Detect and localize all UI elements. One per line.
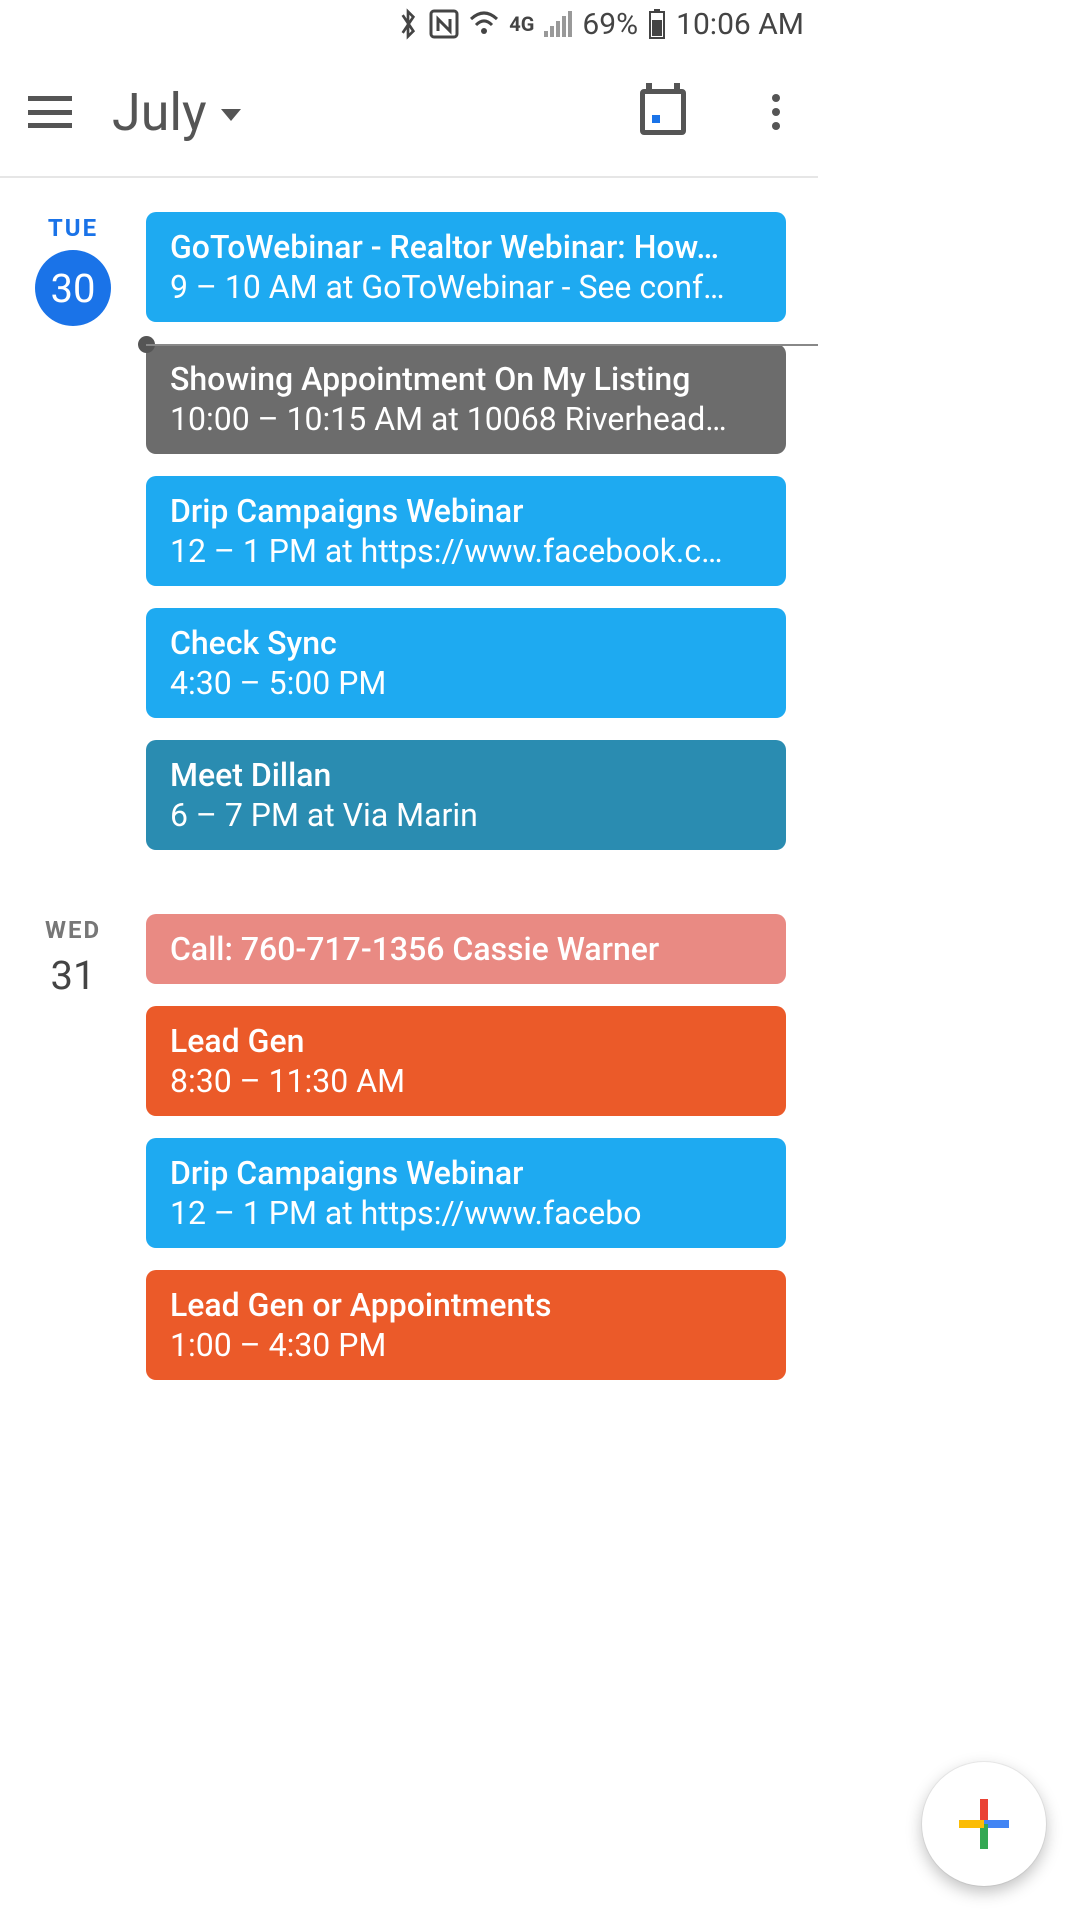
month-picker-button[interactable]: July (112, 82, 241, 143)
event-subtitle: 4:30 – 5:00 PM (170, 664, 762, 702)
event-card[interactable]: Lead Gen or Appointments1:00 – 4:30 PM (146, 1270, 786, 1380)
today-button[interactable] (640, 89, 686, 135)
day-of-week: WED (45, 916, 101, 944)
event-title: Call: 760-717-1356 Cassie Warner (170, 930, 762, 968)
events-column: GoToWebinar - Realtor Webinar: How…9 – 1… (146, 212, 818, 872)
date-number: 31 (51, 952, 96, 999)
nfc-icon (429, 9, 459, 39)
event-subtitle: 10:00 – 10:15 AM at 10068 Riverhead… (170, 400, 762, 438)
event-title: Drip Campaigns Webinar (170, 1154, 762, 1192)
event-title: GoToWebinar - Realtor Webinar: How… (170, 228, 762, 266)
event-subtitle: 12 – 1 PM at https://www.facebo (170, 1194, 762, 1232)
day-row: WED 31 Call: 760-717-1356 Cassie Warner Lea… (0, 914, 818, 1402)
event-subtitle: 8:30 – 11:30 AM (170, 1062, 762, 1100)
events-column: Call: 760-717-1356 Cassie Warner Lead Gen… (146, 914, 818, 1402)
day-header[interactable]: TUE 30 (0, 212, 146, 326)
menu-button[interactable] (28, 96, 72, 128)
event-title: Meet Dillan (170, 756, 762, 794)
event-title: Lead Gen (170, 1022, 762, 1060)
month-label: July (112, 82, 207, 143)
schedule-list[interactable]: TUE 30 GoToWebinar - Realtor Webinar: How…… (0, 178, 818, 1402)
wifi-icon (469, 11, 499, 37)
event-card[interactable]: Call: 760-717-1356 Cassie Warner (146, 914, 786, 984)
event-subtitle: 1:00 – 4:30 PM (170, 1326, 762, 1364)
event-card[interactable]: Meet Dillan6 – 7 PM at Via Marin (146, 740, 786, 850)
status-time: 10:06 AM (676, 7, 804, 42)
signal-icon (544, 11, 572, 37)
status-bar: 4G 69% 10:06 AM (0, 0, 818, 48)
chevron-down-icon (221, 109, 241, 121)
event-card[interactable]: GoToWebinar - Realtor Webinar: How…9 – 1… (146, 212, 786, 322)
event-card[interactable]: Drip Campaigns Webinar12 – 1 PM at https… (146, 476, 786, 586)
today-date-badge: 30 (35, 250, 111, 326)
event-subtitle: 6 – 7 PM at Via Marin (170, 796, 762, 834)
day-row: TUE 30 GoToWebinar - Realtor Webinar: How…… (0, 212, 818, 872)
event-subtitle: 12 – 1 PM at https://www.facebook.c… (170, 532, 762, 570)
event-title: Showing Appointment On My Listing (170, 360, 762, 398)
day-header[interactable]: WED 31 (0, 914, 146, 999)
plus-icon (959, 1799, 1009, 1849)
event-card[interactable]: Drip Campaigns Webinar12 – 1 PM at https… (146, 1138, 786, 1248)
event-card[interactable]: Check Sync4:30 – 5:00 PM (146, 608, 786, 718)
overflow-menu-button[interactable] (762, 90, 790, 134)
bluetooth-icon (397, 8, 419, 40)
event-card[interactable]: Showing Appointment On My Listing10:00 –… (146, 344, 786, 454)
battery-icon (648, 9, 666, 39)
event-title: Drip Campaigns Webinar (170, 492, 762, 530)
event-card[interactable]: Lead Gen8:30 – 11:30 AM (146, 1006, 786, 1116)
event-subtitle: 9 – 10 AM at GoToWebinar - See conf… (170, 268, 762, 306)
app-bar: July (0, 48, 818, 178)
event-title: Check Sync (170, 624, 762, 662)
event-title: Lead Gen or Appointments (170, 1286, 762, 1324)
network-type-label: 4G (509, 12, 534, 36)
create-event-fab[interactable] (922, 1762, 1046, 1886)
day-of-week: TUE (48, 214, 98, 242)
battery-percent: 69% (582, 7, 638, 42)
